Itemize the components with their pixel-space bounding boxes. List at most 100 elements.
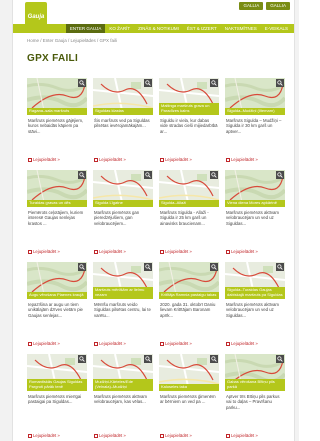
download-link[interactable]: Lejupielādēt » bbox=[226, 157, 258, 162]
card-title[interactable]: Kritītāja Ramnia pastaigu takas bbox=[159, 292, 219, 299]
map-thumbnail[interactable]: Gabas vērošana Bītiņu pils parkā bbox=[225, 354, 285, 391]
download-icon bbox=[94, 157, 98, 162]
download-label: Lejupielādēt » bbox=[231, 157, 258, 162]
download-link[interactable]: Lejupielādēt » bbox=[94, 341, 126, 346]
card-title[interactable]: Romantiskās Gaujas Siguldas Pargroti pār… bbox=[27, 379, 87, 391]
nav-item-ko-zarit[interactable]: KO ŽARĪT bbox=[105, 24, 134, 33]
card-title[interactable]: Sigulda–Mudžiņi (Iltemarn) bbox=[225, 108, 285, 115]
map-thumbnail[interactable]: Sigulda–Allaži bbox=[159, 170, 219, 207]
zoom-icon[interactable] bbox=[144, 79, 152, 87]
card-title[interactable]: Turaidas gravas un dēs bbox=[27, 200, 87, 207]
map-thumbnail[interactable]: Maltinga maršruts grava un Paradīzes kal… bbox=[159, 78, 219, 115]
download-label: Lejupielādēt » bbox=[165, 433, 192, 438]
nav-item-naktsmitnes[interactable]: NAKTSMĪTNES bbox=[221, 24, 261, 33]
download-icon bbox=[160, 249, 164, 254]
download-label: Lejupielādēt » bbox=[99, 157, 126, 162]
download-link[interactable]: Lejupielādēt » bbox=[94, 433, 126, 438]
map-thumbnail[interactable]: Sigulda–Turaidas Gaujas dabiskajā maršru… bbox=[225, 262, 285, 299]
card-title[interactable]: Mudžiņi-Kārteles/Ede (Velnala)–Mudžiņi bbox=[93, 379, 153, 391]
zoom-icon[interactable] bbox=[78, 79, 86, 87]
zoom-icon[interactable] bbox=[276, 79, 284, 87]
gpx-card: Turaidas gravas un dēs Piemērots ceļotāji… bbox=[27, 170, 87, 256]
card-description: Siguldu ir viela, kur dabas vide stradas… bbox=[160, 118, 218, 134]
card-title[interactable]: Maltinga maršruts grava un Paradīzes kal… bbox=[159, 103, 219, 115]
zoom-icon[interactable] bbox=[144, 355, 152, 363]
card-title[interactable]: Augu vērošana Plaenes kraujā bbox=[27, 292, 87, 299]
card-title[interactable]: Sigulda Līgatne bbox=[93, 200, 153, 207]
card-title[interactable]: Sigulda–Allaži bbox=[159, 200, 219, 207]
card-title[interactable]: Vienа diena Mores apkārtnē bbox=[225, 200, 285, 207]
gpx-card: Mudžiņi-Kārteles/Ede (Velnala)–Mudžiņi Ma… bbox=[93, 354, 153, 440]
card-title[interactable]: Kaloseles taka bbox=[159, 384, 219, 391]
map-thumbnail[interactable]: Augu vērošana Plaenes kraujā bbox=[27, 262, 87, 299]
nav-item-zinas-notikumi[interactable]: ZINĀS & NOTIKUMI bbox=[134, 24, 183, 33]
map-thumbnail[interactable]: Sigulda–Mudžiņi (Iltemarn) bbox=[225, 78, 285, 115]
zoom-icon[interactable] bbox=[276, 355, 284, 363]
map-thumbnail[interactable]: Turaidas gravas un dēs bbox=[27, 170, 87, 207]
map-thumbnail[interactable]: Siguldas klastas bbox=[93, 78, 153, 115]
card-title[interactable]: Gabas vērošana Bītiņu pils parkā bbox=[225, 379, 285, 391]
map-thumbnail[interactable]: Vienа diena Mores apkārtnē bbox=[225, 170, 285, 207]
zoom-icon[interactable] bbox=[78, 355, 86, 363]
nav-item-est-izzert[interactable]: ĒST & IZZERT bbox=[183, 24, 221, 33]
card-description: Šis maršruts ved pa Siguldas pilsētas ie… bbox=[94, 118, 150, 129]
map-thumbnail[interactable]: Romantiskās Gaujas Siguldas Pargroti pār… bbox=[27, 354, 87, 391]
zoom-icon[interactable] bbox=[78, 263, 86, 271]
download-link[interactable]: Lejupielādēt » bbox=[226, 341, 258, 346]
download-label: Lejupielādēt » bbox=[165, 157, 192, 162]
map-thumbnail[interactable]: Kritītāja Ramnia pastaigu takas bbox=[159, 262, 219, 299]
download-link[interactable]: Lejupielādēt » bbox=[94, 157, 126, 162]
zoom-icon[interactable] bbox=[210, 263, 218, 271]
gpx-card: Sigulda–Mudžiņi (Iltemarn) Maršruts Sigul… bbox=[225, 78, 285, 164]
download-link[interactable]: Lejupielādēt » bbox=[160, 157, 192, 162]
download-link[interactable]: Lejupielādēt » bbox=[160, 433, 192, 438]
download-icon bbox=[226, 433, 230, 438]
card-description: Maršruts piemērots gājējiem, kuros nebai… bbox=[28, 118, 84, 134]
card-title[interactable]: Ragana–sala maršruts bbox=[27, 108, 87, 115]
download-link[interactable]: Lejupielādēt » bbox=[28, 433, 60, 438]
nav-item-enter-gauja[interactable]: ENTER GAUJA bbox=[65, 24, 106, 33]
download-link[interactable]: Lejupielādēt » bbox=[160, 249, 192, 254]
zoom-icon[interactable] bbox=[210, 171, 218, 179]
download-link[interactable]: Lejupielādēt » bbox=[226, 433, 258, 438]
gpx-card: Gabas vērošana Bītiņu pils parkā Aptver t… bbox=[225, 354, 285, 440]
download-link[interactable]: Lejupielādēt » bbox=[226, 249, 258, 254]
zoom-icon[interactable] bbox=[144, 263, 152, 271]
download-link[interactable]: Lejupielādēt » bbox=[94, 249, 126, 254]
nav-item-e-veikals[interactable]: E-VEIKALS bbox=[261, 24, 292, 33]
zoom-icon[interactable] bbox=[78, 171, 86, 179]
main-nav: ENTER GAUJA KO ŽARĪT ZINĀS & NOTIKUMI ĒS… bbox=[13, 24, 294, 33]
map-thumbnail[interactable]: Ragana–sala maršruts bbox=[27, 78, 87, 115]
breadcrumb[interactable]: Home / Enter Gauja / Lejupielādes / GPX … bbox=[27, 38, 117, 43]
gpx-file-grid: Ragana–sala maršruts Maršruts piemērots g… bbox=[27, 78, 285, 440]
download-link[interactable]: Lejupielādēt » bbox=[28, 341, 60, 346]
top-link-2[interactable]: GALLIA bbox=[266, 2, 290, 10]
gpx-card: Augu vērošana Plaenes kraujā Iepazīšina a… bbox=[27, 262, 87, 348]
zoom-icon[interactable] bbox=[276, 263, 284, 271]
card-title[interactable]: Siguldas klastas bbox=[93, 108, 153, 115]
download-icon bbox=[226, 249, 230, 254]
card-description: Maršruts piemērots ģimenēm ar bērniem un… bbox=[160, 394, 216, 405]
card-description: Maršruts piemērots aktīvam velobraucējam… bbox=[226, 210, 280, 226]
zoom-icon[interactable] bbox=[210, 79, 218, 87]
download-icon bbox=[160, 433, 164, 438]
map-thumbnail[interactable]: Sigulda Līgatne bbox=[93, 170, 153, 207]
zoom-icon[interactable] bbox=[144, 171, 152, 179]
map-thumbnail[interactable]: Maršruts mēnīšām ar lielmu vezam bbox=[93, 262, 153, 299]
card-title[interactable]: Maršruts mēnīšām ar lielmu vezam bbox=[93, 287, 153, 299]
zoom-icon[interactable] bbox=[210, 355, 218, 363]
card-description: Aptver trīs Bītiņu pils parkus vai to da… bbox=[226, 394, 280, 410]
map-thumbnail[interactable]: Kaloseles taka bbox=[159, 354, 219, 391]
page-title: GPX FAILI bbox=[27, 53, 79, 64]
download-link[interactable]: Lejupielādēt » bbox=[28, 157, 60, 162]
top-link-1[interactable]: GALLIA bbox=[239, 2, 264, 10]
card-title[interactable]: Sigulda–Turaidas Gaujas dabiskajā maršru… bbox=[225, 287, 285, 299]
map-thumbnail[interactable]: Mudžiņi-Kārteles/Ede (Velnala)–Mudžiņi bbox=[93, 354, 153, 391]
download-label: Lejupielādēt » bbox=[33, 249, 60, 254]
card-description: 2020. gada 31. oktobrī Daniu lievam Krit… bbox=[160, 302, 216, 318]
top-links: GALLIA GALLIA bbox=[239, 2, 290, 10]
download-link[interactable]: Lejupielādēt » bbox=[160, 341, 192, 346]
download-label: Lejupielādēt » bbox=[99, 341, 126, 346]
zoom-icon[interactable] bbox=[276, 171, 284, 179]
download-link[interactable]: Lejupielādēt » bbox=[28, 249, 60, 254]
